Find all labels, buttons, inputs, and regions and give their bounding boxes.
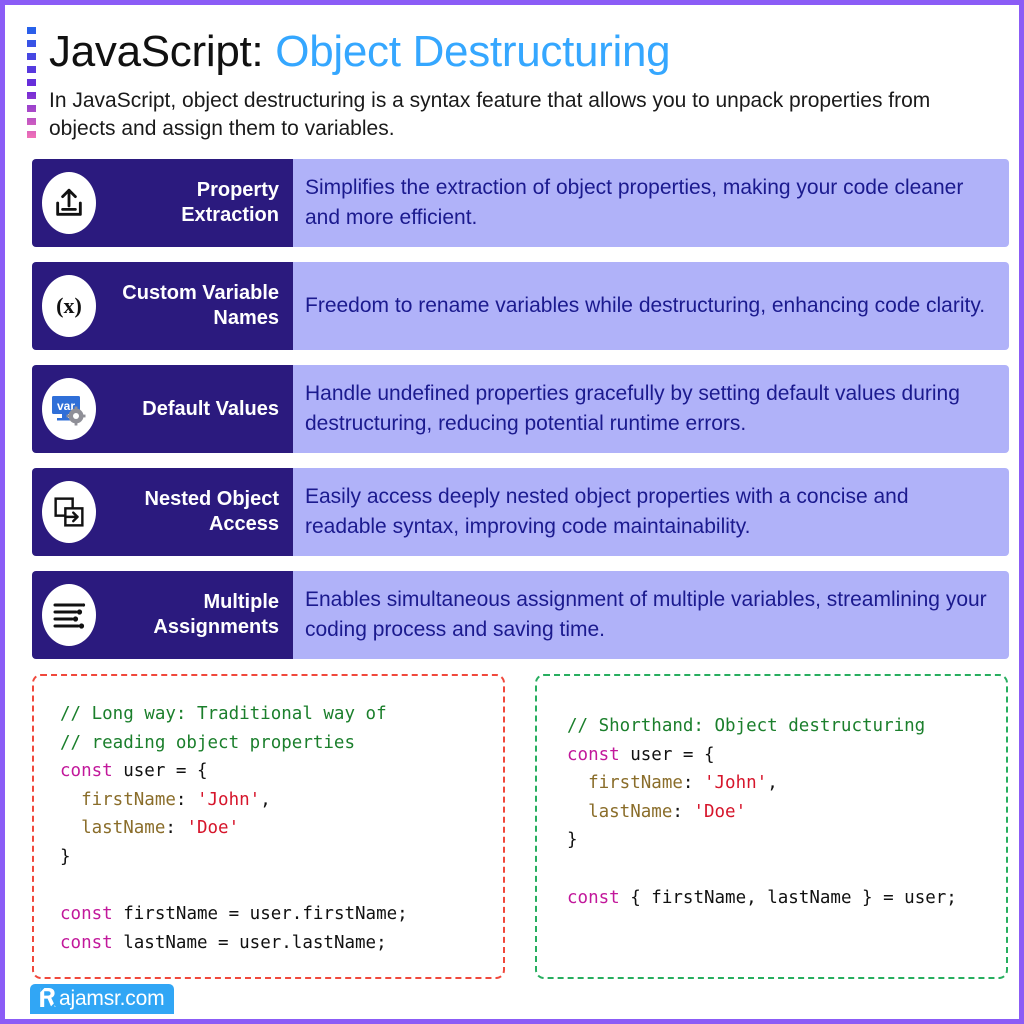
header: JavaScript: Object Destructuring In Java… [5, 5, 1019, 147]
code-block-long-way: // Long way: Traditional way of // readi… [32, 674, 505, 979]
feature-title: Custom Variable Names [122, 282, 279, 329]
rajamsr-logo-icon [38, 986, 58, 1013]
page-title-accent: Object Destructuring [275, 27, 671, 76]
feature-description-panel: Enables simultaneous assignment of multi… [293, 571, 1009, 659]
page-title-primary: JavaScript: [49, 27, 264, 76]
feature-description: Simplifies the extraction of object prop… [305, 176, 964, 229]
feature-description: Freedom to rename variables while destru… [305, 294, 986, 317]
feature-description: Easily access deeply nested object prope… [305, 485, 909, 538]
feature-description-panel: Simplifies the extraction of object prop… [293, 159, 1009, 247]
var-gear-icon: var [42, 378, 96, 440]
feature-label-panel: Property Extraction [32, 159, 293, 247]
feature-label-panel: (x) Custom Variable Names [32, 262, 293, 350]
code-content: // Shorthand: Object destructuring const… [567, 716, 957, 908]
feature-row: Nested Object Access Easily access deepl… [32, 468, 1009, 556]
feature-row: var Default Values Handle undefined prop… [32, 365, 1009, 453]
infographic-page: JavaScript: Object Destructuring In Java… [0, 0, 1024, 1024]
feature-title: Multiple Assignments [153, 591, 279, 638]
feature-title: Default Values [142, 397, 279, 420]
variable-x-icon: (x) [42, 275, 96, 337]
feature-row: Property Extraction Simplifies the extra… [32, 159, 1009, 247]
feature-list: Property Extraction Simplifies the extra… [32, 159, 1009, 659]
feature-row: Multiple Assignments Enables simultaneou… [32, 571, 1009, 659]
feature-title: Property Extraction [181, 179, 279, 226]
sliders-list-icon [42, 584, 96, 646]
svg-text:(x): (x) [56, 293, 82, 318]
feature-label-panel: var Default Values [32, 365, 293, 453]
feature-description-panel: Handle undefined properties gracefully b… [293, 365, 1009, 453]
feature-description-panel: Easily access deeply nested object prope… [293, 468, 1009, 556]
code-block-shorthand: // Shorthand: Object destructuring const… [535, 674, 1008, 979]
watermark[interactable]: ajamsr.com [30, 984, 175, 1014]
feature-description: Handle undefined properties gracefully b… [305, 382, 960, 435]
upload-icon [42, 172, 96, 234]
feature-description-panel: Freedom to rename variables while destru… [293, 262, 1009, 350]
feature-row: (x) Custom Variable Names Freedom to ren… [32, 262, 1009, 350]
feature-title: Nested Object Access [144, 488, 279, 535]
nested-windows-icon [42, 481, 96, 543]
dotted-accent-rail-icon [27, 27, 36, 139]
code-content: // Long way: Traditional way of // readi… [60, 704, 408, 953]
feature-label-panel: Multiple Assignments [32, 571, 293, 659]
code-comparison: // Long way: Traditional way of // readi… [32, 674, 1009, 979]
page-subtitle: In JavaScript, object destructuring is a… [49, 89, 931, 140]
page-title: JavaScript: Object Destructuring [49, 23, 997, 81]
watermark-text: ajamsr.com [59, 987, 165, 1010]
feature-label-panel: Nested Object Access [32, 468, 293, 556]
feature-description: Enables simultaneous assignment of multi… [305, 588, 987, 641]
